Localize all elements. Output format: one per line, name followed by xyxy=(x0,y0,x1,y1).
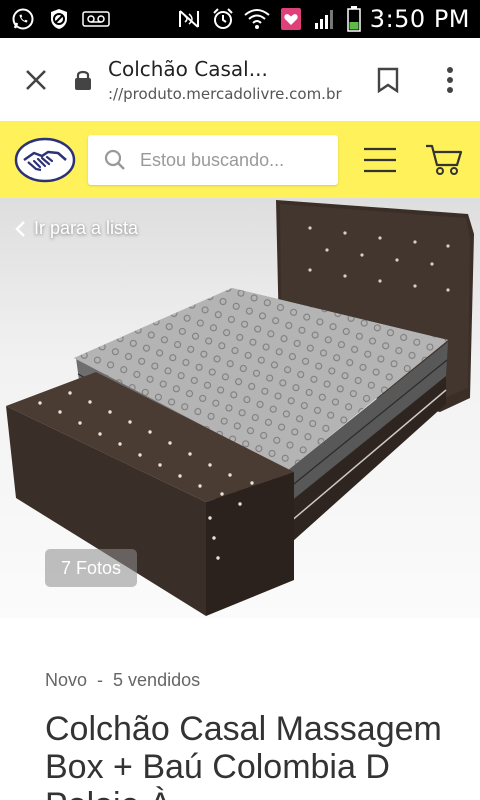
url-text: ://produto.mercadolivre.com.br xyxy=(108,84,342,103)
url-area[interactable]: Colchão Casal... ://produto.mercadolivre… xyxy=(108,57,356,103)
chevron-left-icon xyxy=(15,220,25,237)
search-input[interactable]: Estou buscando... xyxy=(88,135,338,185)
browser-menu-button[interactable] xyxy=(420,38,480,122)
sold-count: 5 vendidos xyxy=(113,670,201,690)
status-bar: 3:50 PM xyxy=(0,0,480,38)
mercadolivre-logo[interactable] xyxy=(14,137,76,183)
cart-button[interactable] xyxy=(424,140,464,180)
search-placeholder: Estou buscando... xyxy=(140,149,285,170)
status-time: 3:50 PM xyxy=(369,5,470,33)
browser-toolbar: Colchão Casal... ://produto.mercadolivre… xyxy=(0,38,480,122)
product-subtitle: Novo - 5 vendidos xyxy=(45,670,200,691)
cart-icon xyxy=(426,144,463,175)
condition-label: Novo xyxy=(45,670,88,690)
voicemail-icon xyxy=(82,6,110,32)
product-title: Colchão Casal Massagem Box + Baú Colombi… xyxy=(45,710,442,800)
more-vert-icon xyxy=(447,66,453,93)
hamburger-icon xyxy=(364,147,396,173)
product-info: Novo - 5 vendidos Colchão Casal Massagem… xyxy=(0,618,480,800)
lock-icon xyxy=(72,65,94,95)
heart-app-icon xyxy=(278,6,304,32)
close-icon xyxy=(26,69,46,90)
subtitle-separator: - xyxy=(97,670,104,690)
alarm-icon xyxy=(210,6,236,32)
photos-count-badge[interactable]: 7 Fotos xyxy=(45,549,137,587)
bookmark-button[interactable] xyxy=(356,38,420,122)
bookmark-icon xyxy=(377,67,399,93)
back-to-list-label: Ir para a lista xyxy=(34,218,139,238)
page-title: Colchão Casal... xyxy=(108,56,268,81)
blocked-icon xyxy=(46,6,72,32)
wifi-icon xyxy=(244,6,270,32)
back-to-list-link[interactable]: Ir para a lista xyxy=(14,218,138,239)
nfc-icon xyxy=(176,6,202,32)
close-tab-button[interactable] xyxy=(0,38,72,122)
menu-button[interactable] xyxy=(362,142,398,178)
battery-icon xyxy=(346,6,362,32)
search-icon xyxy=(104,149,125,170)
signal-icon xyxy=(312,6,338,32)
product-gallery[interactable]: Ir para a lista 7 Fotos xyxy=(0,198,480,618)
whatsapp-icon xyxy=(10,6,36,32)
site-header: Estou buscando... xyxy=(0,122,480,198)
